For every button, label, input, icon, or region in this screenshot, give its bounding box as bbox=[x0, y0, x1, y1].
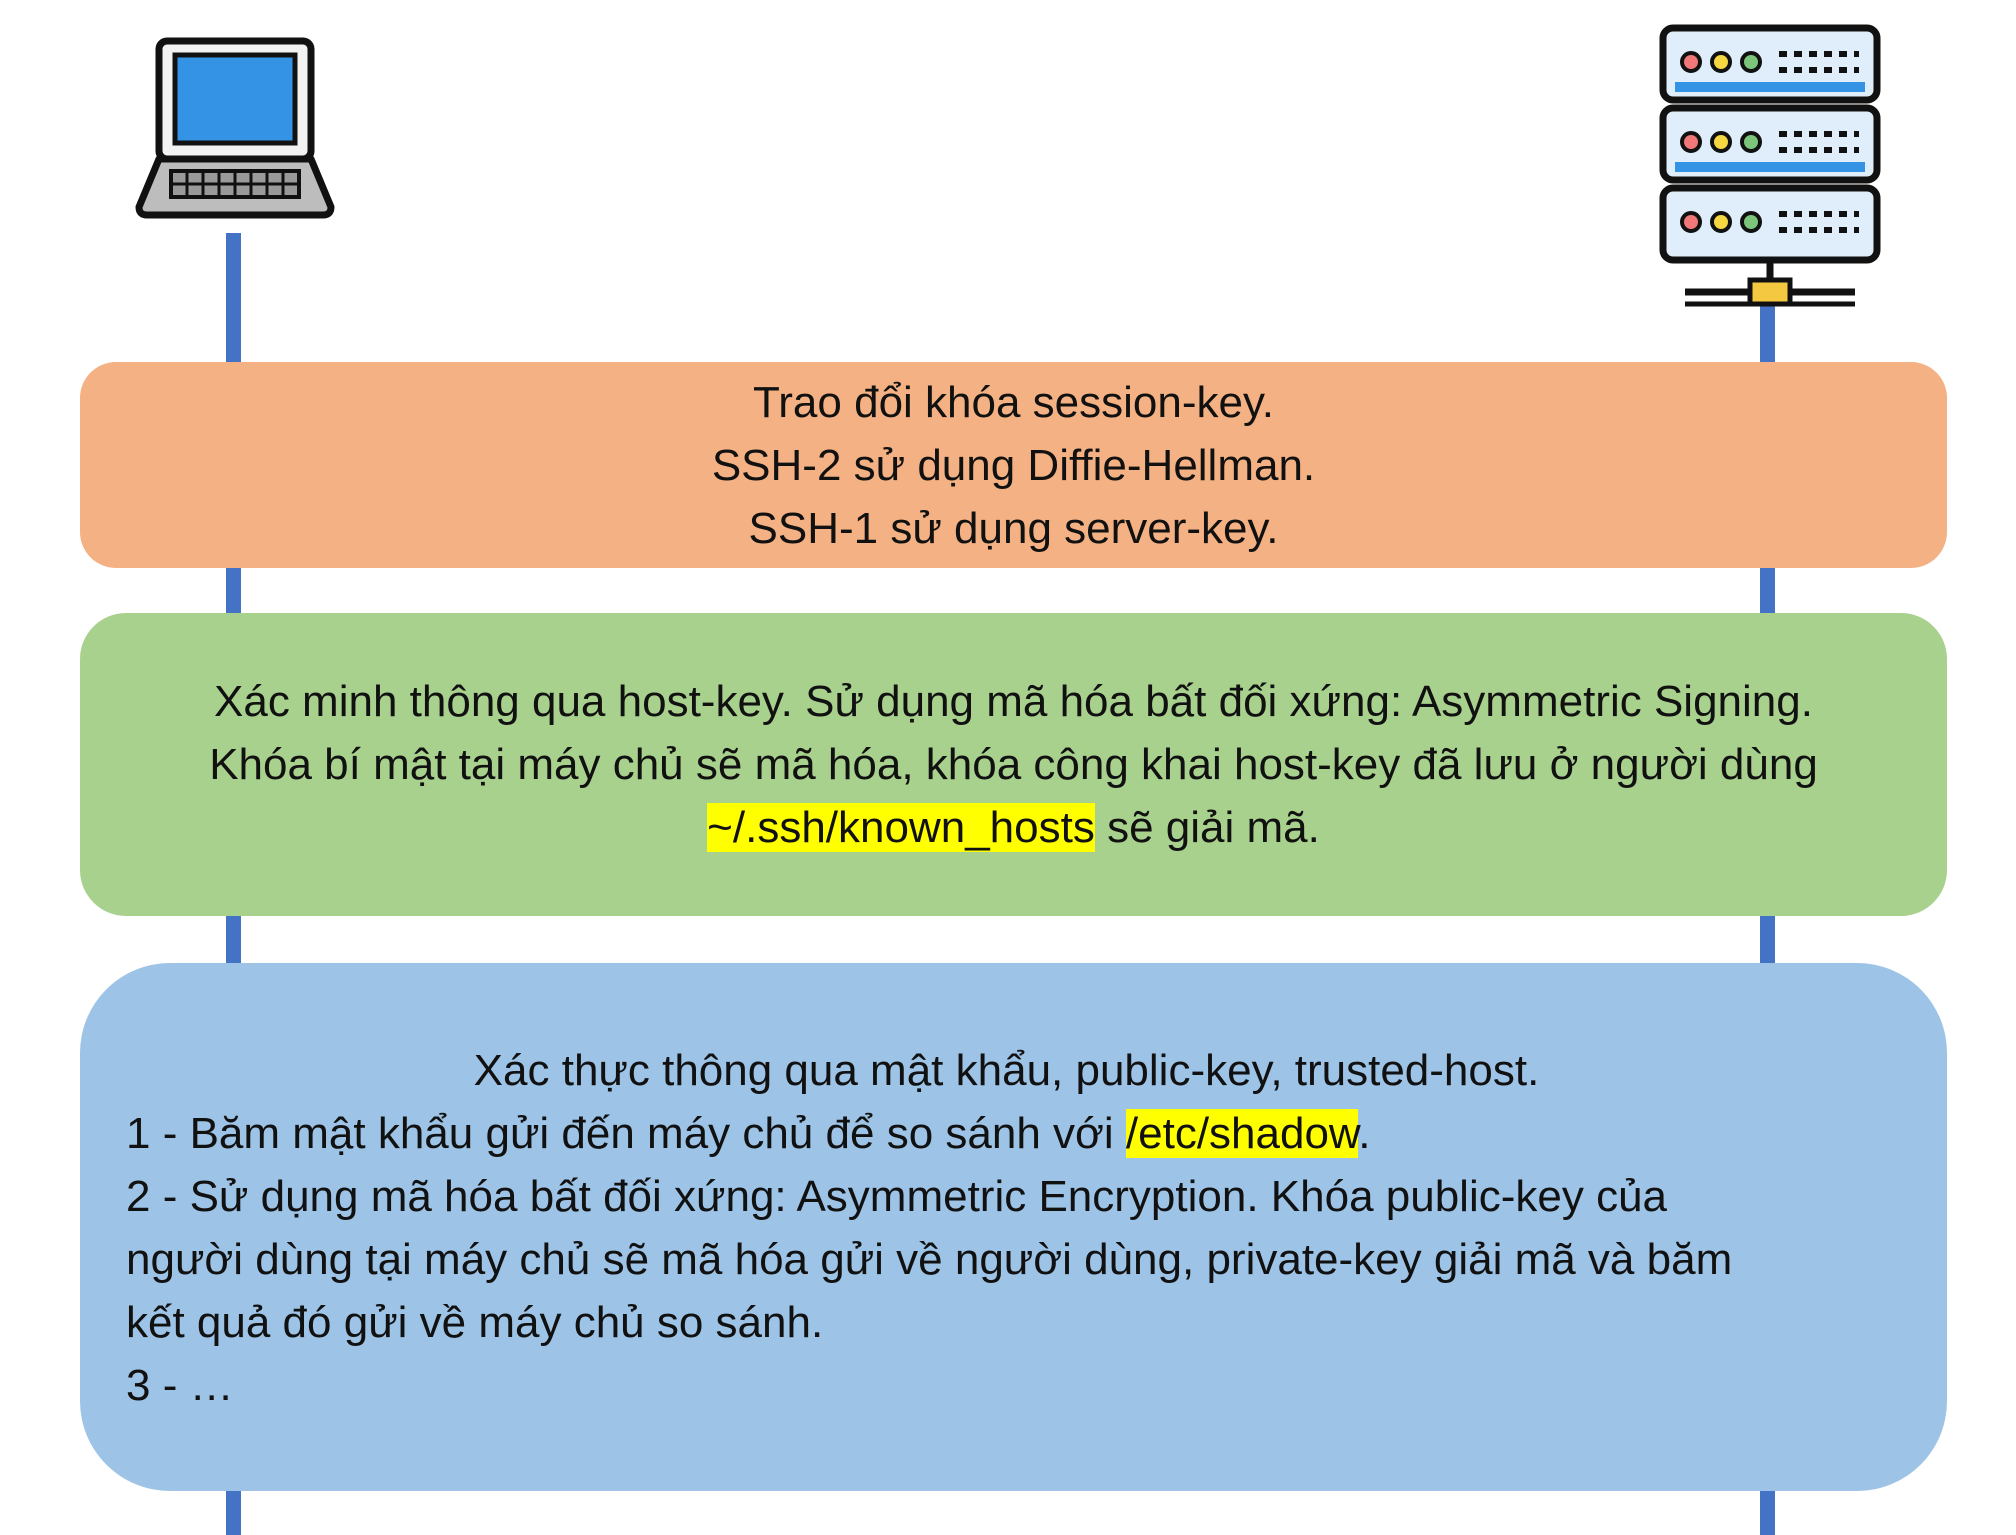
known-hosts-path: ~/.ssh/known_hosts bbox=[707, 803, 1095, 852]
session-key-exchange-box: Trao đổi khóa session-key. SSH-2 sử dụng… bbox=[80, 362, 1947, 568]
laptop-icon bbox=[135, 35, 335, 225]
host-verification-box: Xác minh thông qua host-key. Sử dụng mã … bbox=[80, 613, 1947, 916]
auth-item-2-line-3: kết quả đó gửi về máy chủ so sánh. bbox=[126, 1298, 824, 1347]
session-line-2: SSH-2 sử dụng Diffie-Hellman. bbox=[711, 440, 1316, 490]
auth-title: Xác thực thông qua mật khẩu, public-key,… bbox=[473, 1046, 1540, 1095]
auth-item-2-line-1: 2 - Sử dụng mã hóa bất đối xứng: Asymmet… bbox=[126, 1172, 1668, 1221]
shadow-path: /etc/shadow bbox=[1125, 1109, 1359, 1158]
auth-item-1-suffix: . bbox=[1358, 1109, 1371, 1158]
auth-item-1: 1 - Băm mật khẩu gửi đến máy chủ để so s… bbox=[126, 1102, 1887, 1165]
host-line-1: Xác minh thông qua host-key. Sử dụng mã … bbox=[214, 677, 1813, 726]
host-line-3-rest: sẽ giải mã. bbox=[1094, 803, 1320, 852]
session-line-1: Trao đổi khóa session-key. bbox=[753, 377, 1274, 427]
auth-item-3: 3 - … bbox=[126, 1361, 234, 1410]
auth-item-2-line-2: người dùng tại máy chủ sẽ mã hóa gửi về … bbox=[126, 1235, 1733, 1284]
host-line-2: Khóa bí mật tại máy chủ sẽ mã hóa, khóa … bbox=[209, 740, 1818, 789]
session-line-3: SSH-1 sử dụng server-key. bbox=[748, 503, 1279, 553]
server-rack-icon bbox=[1655, 22, 1885, 312]
host-line-3: ~/.ssh/known_hosts sẽ giải mã. bbox=[707, 796, 1320, 859]
auth-item-1-prefix: 1 - Băm mật khẩu gửi đến máy chủ để so s… bbox=[126, 1109, 1126, 1158]
authentication-box: Xác thực thông qua mật khẩu, public-key,… bbox=[80, 963, 1947, 1491]
